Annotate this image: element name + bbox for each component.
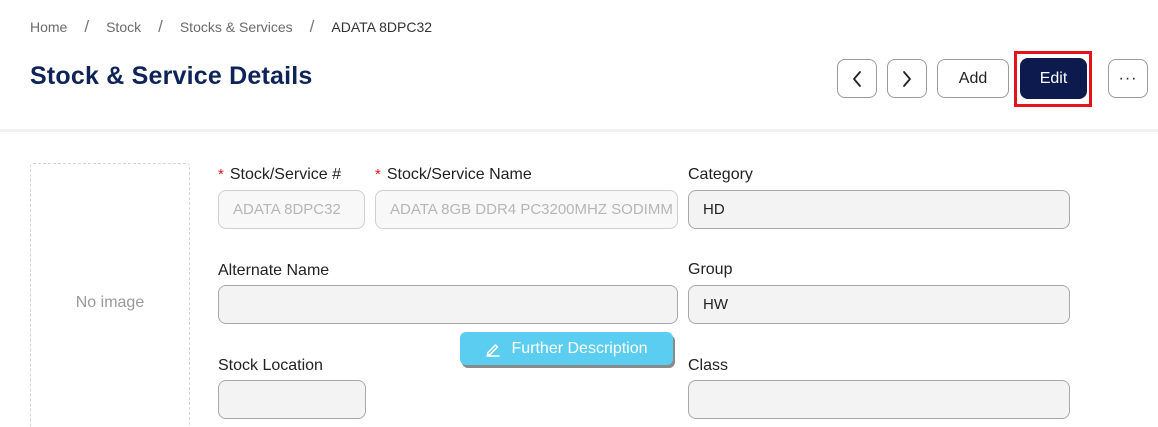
stock-number-label: * Stock/Service #: [218, 166, 341, 184]
stock-name-label-text: Stock/Service Name: [386, 166, 532, 183]
breadcrumb: Home / Stock / Stocks & Services / ADATA…: [30, 17, 432, 37]
stock-location-field[interactable]: [218, 380, 366, 419]
group-value: HW: [703, 296, 728, 313]
stock-number-field[interactable]: ADATA 8DPC32: [218, 190, 365, 229]
category-value: HD: [703, 201, 725, 218]
category-label: Category: [688, 166, 753, 183]
pencil-icon: [486, 343, 501, 357]
breadcrumb-home[interactable]: Home: [30, 19, 67, 35]
group-label: Group: [688, 261, 733, 278]
chevron-left-icon: [853, 70, 861, 87]
alternate-name-field[interactable]: [218, 285, 678, 324]
next-button[interactable]: [887, 59, 927, 98]
page-title: Stock & Service Details: [30, 62, 313, 90]
group-field[interactable]: HW: [688, 285, 1070, 324]
class-field[interactable]: [688, 380, 1070, 419]
required-marker: *: [375, 166, 381, 183]
no-image-text: No image: [75, 294, 145, 311]
breadcrumb-separator: /: [158, 17, 163, 36]
category-field[interactable]: HD: [688, 190, 1070, 229]
breadcrumb-separator: /: [309, 17, 315, 36]
breadcrumb-stock[interactable]: Stock: [106, 19, 141, 35]
breadcrumb-stocks-services[interactable]: Stocks & Services: [180, 19, 293, 35]
further-description-label: Further Description: [511, 339, 648, 357]
edit-button[interactable]: Edit: [1020, 58, 1087, 99]
previous-button[interactable]: [837, 59, 877, 98]
stock-location-label: Stock Location: [218, 357, 323, 374]
further-description-button[interactable]: Further Description: [460, 332, 673, 365]
add-button[interactable]: Add: [937, 59, 1009, 98]
image-upload-area[interactable]: No image: [30, 163, 190, 427]
more-options-button[interactable]: ···: [1108, 59, 1148, 98]
stock-number-value: ADATA 8DPC32: [233, 201, 341, 218]
alternate-name-label: Alternate Name: [218, 262, 330, 279]
breadcrumb-separator: /: [84, 17, 90, 36]
stock-name-value: ADATA 8GB DDR4 PC3200MHZ SODIMM: [390, 201, 673, 218]
chevron-right-icon: [903, 70, 911, 87]
header-divider: [0, 129, 1158, 132]
stock-number-label-text: Stock/Service #: [229, 166, 341, 183]
stock-name-label: * Stock/Service Name: [375, 166, 532, 184]
stock-name-field[interactable]: ADATA 8GB DDR4 PC3200MHZ SODIMM: [375, 190, 678, 229]
class-label: Class: [688, 357, 729, 374]
breadcrumb-current: ADATA 8DPC32: [331, 19, 433, 35]
required-marker: *: [218, 166, 224, 183]
